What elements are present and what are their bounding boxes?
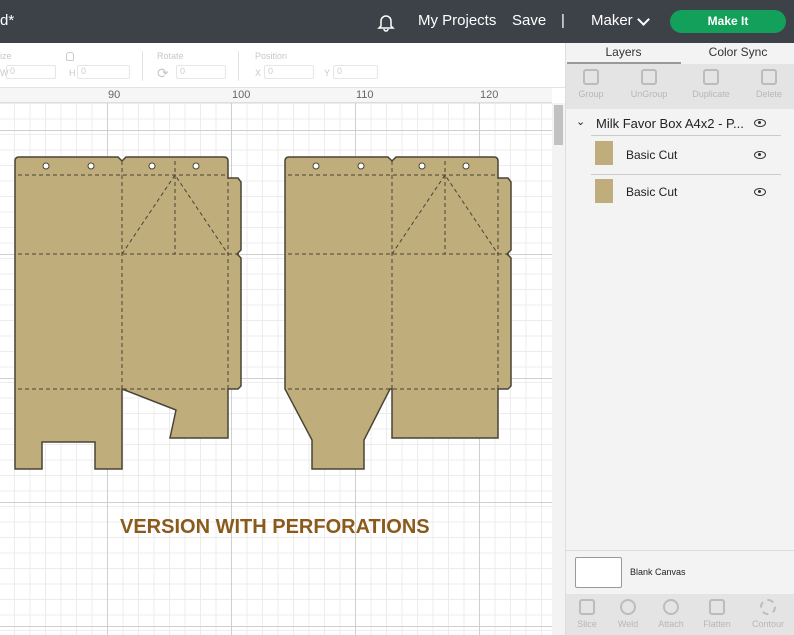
slice-icon [579,599,595,615]
tab-color-sync[interactable]: Color Sync [681,45,794,59]
ungroup-icon [641,69,657,85]
slice-button[interactable]: Slice [572,599,602,629]
canvas-label: Blank Canvas [630,567,686,577]
separator: | [561,12,565,29]
layer-item[interactable]: Basic Cut [566,177,786,211]
make-it-button[interactable]: Make It [670,10,786,33]
version-banner: VERSION WITH PERFORATIONS [120,516,430,538]
machine-select[interactable]: Maker [591,12,633,29]
canvas-swatch[interactable] [575,557,622,588]
chevron-down-icon[interactable] [637,13,650,26]
layer-thumbnail [595,141,613,165]
attach-button[interactable]: Attach [655,599,687,629]
layer-name: Basic Cut [626,185,678,199]
flatten-icon [709,599,725,615]
ungroup-button[interactable]: UnGroup [628,69,670,99]
duplicate-button[interactable]: Duplicate [690,69,732,99]
contour-button[interactable]: Contour [749,599,787,629]
chevron-down-icon[interactable]: ⌄ [576,115,585,128]
group-button[interactable]: Group [576,69,606,99]
weld-icon [620,599,636,615]
layer-group[interactable]: ⌄ Milk Favor Box A4x2 - P... [566,115,786,135]
trash-icon [761,69,777,85]
eye-icon[interactable] [754,119,766,127]
layers-panel: Layers Color Sync Group UnGroup Duplicat… [565,43,794,635]
layer-name: Basic Cut [626,148,678,162]
box-templates [14,156,512,470]
canvas-scrollbar[interactable] [552,103,565,635]
duplicate-icon [703,69,719,85]
eye-icon[interactable] [754,151,766,159]
canvas-background[interactable]: Blank Canvas [566,550,794,594]
group-icon [583,69,599,85]
box-template-1[interactable] [14,156,242,470]
group-name: Milk Favor Box A4x2 - P... [596,116,744,131]
eye-icon[interactable] [754,188,766,196]
tab-layers[interactable]: Layers [566,45,681,59]
layer-thumbnail [595,179,613,203]
flatten-button[interactable]: Flatten [700,599,734,629]
layer-item[interactable]: Basic Cut [566,139,786,173]
box-template-2[interactable] [284,156,512,470]
delete-button[interactable]: Delete [752,69,786,99]
paperclip-icon [663,599,679,615]
weld-button[interactable]: Weld [613,599,643,629]
contour-icon [760,599,776,615]
